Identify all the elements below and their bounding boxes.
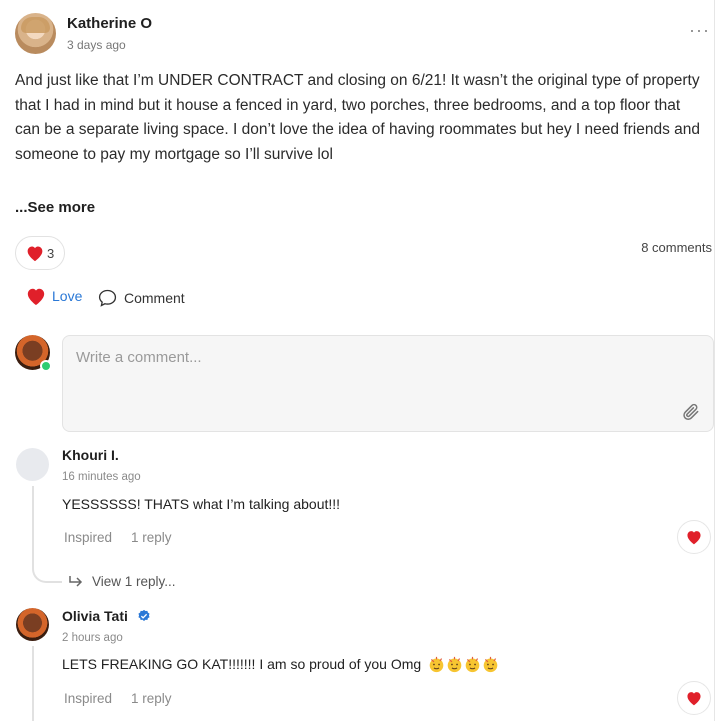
comment-timestamp: 16 minutes ago [62, 471, 141, 483]
heart-icon [27, 246, 43, 262]
commenter-avatar[interactable] [16, 448, 49, 481]
emoji-group [428, 656, 499, 673]
inspired-button[interactable]: Inspired [64, 530, 112, 545]
current-user-avatar[interactable] [15, 335, 52, 372]
post-body-text: And just like that I’m UNDER CONTRACT an… [15, 72, 701, 163]
reply-arrow-icon [69, 575, 83, 587]
commenter-name-row: Olivia Tati [62, 608, 151, 624]
reply-button[interactable]: 1 reply [131, 530, 172, 545]
comment-love-button[interactable] [677, 681, 711, 715]
view-replies-link[interactable]: View 1 reply... [68, 574, 176, 589]
speech-bubble-icon [98, 289, 117, 307]
commenter-avatar[interactable] [16, 608, 49, 641]
love-button[interactable]: Love [25, 286, 82, 306]
see-more-link[interactable]: ...See more [15, 199, 95, 216]
paperclip-icon[interactable] [681, 402, 701, 422]
comment-love-button[interactable] [677, 520, 711, 554]
reaction-summary[interactable]: 3 [15, 236, 65, 270]
heart-icon [687, 531, 701, 545]
comment-composer[interactable] [62, 335, 714, 432]
celebration-emoji-icon [429, 656, 444, 673]
love-label: Love [52, 288, 83, 304]
commenter-name[interactable]: Olivia Tati [62, 608, 128, 624]
comments-count-link[interactable]: 8 comments [641, 240, 712, 255]
comment-text: YESSSSSS! THATS what I’m talking about!!… [62, 496, 341, 512]
online-status-dot [40, 360, 52, 372]
heart-icon [687, 692, 701, 706]
celebration-emoji-icon [465, 656, 480, 673]
heart-icon [27, 288, 45, 306]
more-options-button[interactable]: ··· [689, 20, 710, 41]
comment-button[interactable]: Comment [97, 288, 185, 308]
reply-button[interactable]: 1 reply [131, 691, 172, 706]
author-name[interactable]: Katherine O [67, 15, 152, 32]
author-avatar[interactable] [15, 13, 56, 54]
inspired-button[interactable]: Inspired [64, 691, 112, 706]
post-timestamp: 3 days ago [67, 38, 126, 52]
comment-timestamp: 2 hours ago [62, 632, 123, 644]
view-replies-label: View 1 reply... [92, 574, 176, 589]
thread-connector [32, 646, 34, 721]
verified-badge-icon [138, 609, 150, 621]
reaction-count: 3 [47, 245, 55, 261]
celebration-emoji-icon [447, 656, 462, 673]
thread-connector [32, 486, 62, 583]
celebration-emoji-icon [483, 656, 498, 673]
comment-label: Comment [124, 290, 185, 306]
comment-input[interactable] [74, 348, 638, 367]
comment-text: LETS FREAKING GO KAT!!!!!!! I am so prou… [62, 656, 422, 672]
post-card: Katherine O 3 days ago ··· And just like… [0, 0, 715, 721]
comment-text-row: LETS FREAKING GO KAT!!!!!!! I am so prou… [62, 656, 499, 673]
commenter-name[interactable]: Khouri I. [62, 447, 119, 463]
